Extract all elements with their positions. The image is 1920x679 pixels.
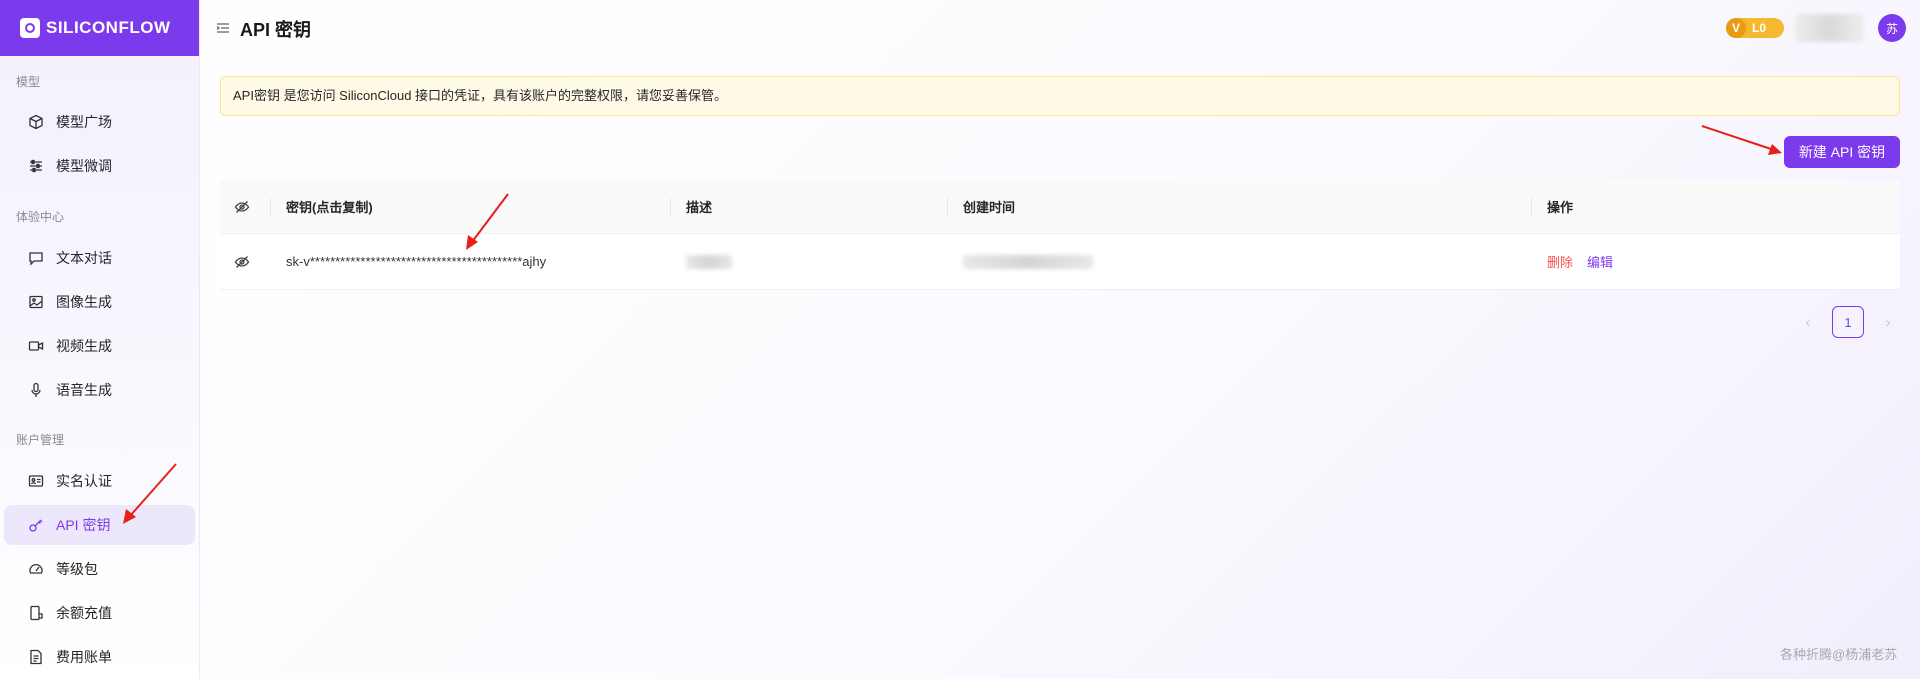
row-actions: 删除 编辑 [1547,234,1613,289]
sidebar-item-label: 费用账单 [56,649,112,665]
sidebar: SILICONFLOW 模型 模型广场 模型微调 体验中心 文本对话 图像生成 … [0,0,200,679]
sidebar-item-api-keys[interactable]: API 密钥 [4,505,195,545]
sidebar-item-label: 等级包 [56,561,98,577]
vip-icon: V [1726,18,1746,38]
level-label: L0 [1752,21,1767,35]
chat-icon [29,252,43,266]
section-title-account: 账户管理 [16,433,65,447]
sidebar-item-label: 实名认证 [56,473,112,489]
sliders-icon [30,159,42,173]
sidebar-item-video-gen[interactable]: 视频生成 [4,326,195,366]
recharge-icon [30,605,43,621]
column-header-actions: 操作 [1547,200,1574,215]
bill-icon [30,649,42,665]
pagination: ‹ 1 › [1792,306,1904,338]
sidebar-item-label: API 密钥 [56,517,111,533]
watermark: 各种折腾@杨浦老苏 [1780,647,1898,662]
next-page-icon[interactable]: › [1872,306,1904,338]
delete-link[interactable]: 删除 [1547,252,1573,271]
id-card-icon [28,475,44,487]
sidebar-item-label: 模型广场 [56,114,112,130]
description-redacted [686,234,732,289]
sidebar-item-label: 图像生成 [56,294,112,310]
image-icon [29,295,43,309]
toggle-key-visibility[interactable] [234,234,250,289]
eye-off-icon [234,255,250,268]
sidebar-item-label: 余额充值 [56,605,112,621]
sidebar-item-label: 视频生成 [56,338,112,354]
avatar[interactable]: 苏 [1878,14,1906,42]
section-title-models: 模型 [16,75,41,89]
sidebar-item-label: 语音生成 [56,382,112,398]
sidebar-item-label: 文本对话 [56,250,112,266]
table-row: sk-v************************************… [220,234,1900,290]
page-title: API 密钥 [240,20,312,40]
column-header-created: 创建时间 [963,200,1016,215]
brand-name: SILICONFLOW [46,18,171,37]
sidebar-item-real-name[interactable]: 实名认证 [4,461,195,501]
cube-icon [29,114,43,130]
mic-icon [31,382,41,397]
sidebar-item-label: 模型微调 [56,158,112,174]
sidebar-item-image-gen[interactable]: 图像生成 [4,282,195,322]
created-time-redacted [963,234,1093,289]
sidebar-item-recharge[interactable]: 余额充值 [4,593,195,633]
section-title-playground: 体验中心 [16,210,65,224]
prev-page-icon[interactable]: ‹ [1792,306,1824,338]
annotation-arrow-button [1701,125,1782,155]
level-badge[interactable]: V L0 [1726,18,1784,38]
edit-link[interactable]: 编辑 [1587,252,1613,271]
sidebar-item-level-pack[interactable]: 等级包 [4,549,195,589]
api-key-notice: API密钥 是您访问 SiliconCloud 接口的凭证，具有该账户的完整权限… [220,76,1900,116]
video-icon [28,341,44,351]
sidebar-item-billing[interactable]: 费用账单 [4,637,195,677]
page-number-current[interactable]: 1 [1832,306,1864,338]
sidebar-item-model-finetune[interactable]: 模型微调 [4,146,195,186]
api-key-value[interactable]: sk-v************************************… [286,234,546,289]
top-header: API 密钥 V L0 苏 [200,0,1920,56]
sidebar-item-voice-gen[interactable]: 语音生成 [4,370,195,410]
column-header-key: 密钥(点击复制) [286,200,373,215]
key-icon [29,519,43,532]
api-key-table: 密钥(点击复制) 描述 创建时间 操作 sk-v****************… [220,180,1900,290]
menu-collapse-icon[interactable] [216,21,230,35]
sidebar-item-model-square[interactable]: 模型广场 [4,102,195,142]
table-header: 密钥(点击复制) 描述 创建时间 操作 [220,180,1900,234]
toggle-all-visibility[interactable] [234,180,250,233]
logo-icon [20,18,40,38]
gauge-icon [29,563,43,574]
brand-logo[interactable]: SILICONFLOW [0,0,199,56]
user-name-redacted [1794,14,1864,42]
eye-off-icon [234,200,250,213]
new-api-key-button[interactable]: 新建 API 密钥 [1784,136,1900,168]
sidebar-item-text-chat[interactable]: 文本对话 [4,238,195,278]
column-header-description: 描述 [686,200,713,215]
